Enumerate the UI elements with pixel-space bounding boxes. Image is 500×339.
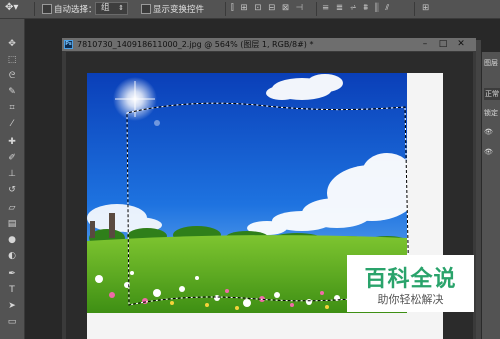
auto-select-checkbox[interactable]	[42, 4, 52, 14]
options-bar: ✥▾ 自动选择： 组 ⇕ 显示变换控件 ⫿ ⊞ ⊡ ⊟ ⊠ ⊣ ≡ ≣ ⩫ ⩩ ⫼…	[0, 0, 500, 19]
eye-icon[interactable]: 👁	[484, 128, 493, 136]
pen-icon[interactable]: ✒	[7, 269, 17, 279]
auto-select-label: 自动选择：	[54, 5, 97, 15]
brush-icon[interactable]: ✐	[7, 153, 17, 163]
layers-tab[interactable]: 图层	[484, 58, 498, 68]
auto-select-dropdown[interactable]: 组 ⇕	[95, 2, 128, 15]
tools-panel: ✥ ⬚ ᘓ ✎ ⌗ ⁄ ✚ ✐ ⊥ ↺ ▱ ▤ ● ◐ ✒ T ➤ ▭	[0, 19, 25, 339]
crop-icon[interactable]: ⌗	[7, 103, 17, 113]
lock-label: 锁定	[484, 109, 498, 117]
canvas-white-background-bottom	[87, 312, 443, 339]
show-transform-checkbox[interactable]	[141, 4, 151, 14]
history-brush-icon[interactable]: ↺	[7, 185, 17, 195]
eyedropper-icon[interactable]: ⁄	[7, 119, 17, 129]
type-icon[interactable]: T	[7, 285, 17, 295]
show-transform-label: 显示变换控件	[153, 5, 205, 15]
auto-align-button[interactable]: ⊞	[422, 3, 429, 13]
document-title: 7810730_140918611000_2.jpg @ 564% (图层 1,…	[77, 40, 314, 49]
marquee-icon[interactable]: ⬚	[7, 55, 17, 65]
document-tab[interactable]: Ps 7810730_140918611000_2.jpg @ 564% (图层…	[62, 38, 476, 51]
minimize-button[interactable]: –	[416, 38, 434, 51]
gradient-icon[interactable]: ▤	[7, 219, 17, 229]
restore-button[interactable]: □	[434, 38, 452, 51]
layers-panel: 图层 正常 锁定 👁 👁	[481, 52, 500, 339]
shape-icon[interactable]: ▭	[7, 317, 17, 327]
watermark-subtitle: 助你轻松解决	[377, 293, 444, 306]
blur-icon[interactable]: ●	[7, 235, 17, 245]
healing-brush-icon[interactable]: ✚	[7, 137, 17, 147]
dodge-icon[interactable]: ◐	[7, 251, 17, 261]
close-button[interactable]: ✕	[452, 38, 470, 51]
path-select-icon[interactable]: ➤	[7, 301, 17, 311]
blend-mode[interactable]: 正常	[484, 88, 500, 100]
align-buttons[interactable]: ⫿ ⊞ ⊡ ⊟ ⊠ ⊣	[231, 3, 305, 13]
eraser-icon[interactable]: ▱	[7, 203, 17, 213]
eye-icon[interactable]: 👁	[484, 148, 493, 156]
watermark-title: 百科全说	[364, 267, 457, 292]
move-tool-icon[interactable]: ✥▾	[5, 2, 18, 13]
clone-stamp-icon[interactable]: ⊥	[7, 169, 17, 179]
lasso-icon[interactable]: ᘓ	[7, 71, 17, 81]
ps-badge-icon: Ps	[64, 40, 73, 49]
distribute-buttons[interactable]: ≡ ≣ ⩫ ⩩ ⫼ ⫽	[322, 3, 391, 13]
quick-select-icon[interactable]: ✎	[7, 87, 17, 97]
watermark: 百科全说 助你轻松解决	[347, 255, 474, 312]
move-icon[interactable]: ✥	[7, 39, 17, 49]
